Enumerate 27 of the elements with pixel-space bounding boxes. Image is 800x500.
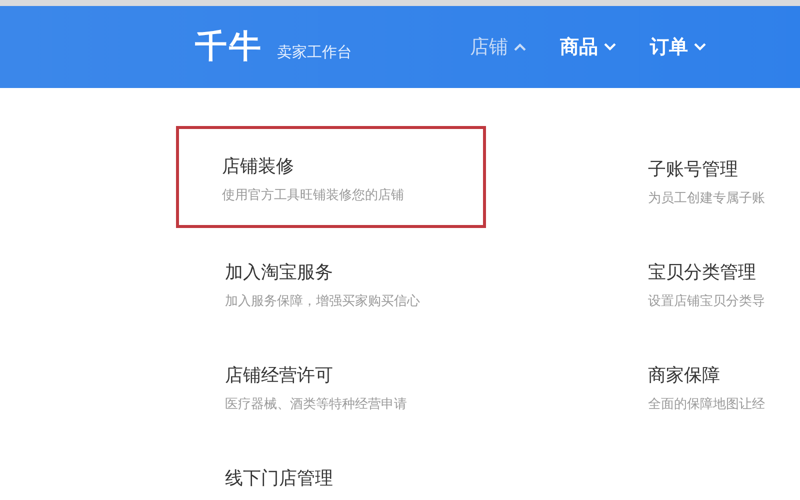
menu-item-description: 加入服务保障，增强买家购买信心 — [225, 293, 421, 310]
menu-item-title: 店铺装修 — [222, 155, 295, 178]
menu-item-description: 医疗器械、酒类等特种经营申请 — [225, 396, 408, 413]
menu-item[interactable]: 子账号管理 为员工创建专属子账 — [599, 126, 800, 228]
logo[interactable]: 千牛 — [195, 25, 263, 69]
nav-tab[interactable]: 订单 — [650, 34, 706, 60]
menu-item-description: 设置店铺宝贝分类导 — [648, 293, 766, 310]
menu-item-description: 为员工创建专属子账 — [648, 190, 766, 207]
menu-item[interactable]: 宝贝分类管理 设置店铺宝贝分类导 — [599, 229, 800, 331]
highlighted-menu-item[interactable]: 店铺装修 使用官方工具旺铺装修您的店铺 — [176, 126, 486, 228]
menu-item[interactable]: 商家保障 全面的保障地图让经 — [599, 332, 800, 434]
menu-item[interactable]: 加入淘宝服务 加入服务保障，增强买家购买信心 — [176, 229, 486, 331]
menu-item-title: 子账号管理 — [648, 158, 739, 181]
caret-icon — [694, 43, 706, 51]
menu-item-title: 商家保障 — [648, 364, 721, 387]
menu-item[interactable]: 店铺经营许可 医疗器械、酒类等特种经营申请 — [176, 332, 486, 434]
logo-subtitle: 卖家工作台 — [277, 42, 352, 62]
menu-item-description: 使用官方工具旺铺装修您的店铺 — [222, 187, 405, 204]
menu-item-title: 线下门店管理 — [225, 467, 334, 490]
caret-icon — [514, 43, 526, 51]
menu-item-title: 宝贝分类管理 — [648, 261, 757, 284]
menu-item-title: 店铺经营许可 — [225, 364, 334, 387]
menu-item-description: 全面的保障地图让经 — [648, 396, 766, 413]
caret-icon — [604, 43, 616, 51]
nav-tab[interactable]: 商品 — [560, 34, 616, 60]
menu-item[interactable]: 线下门店管理 — [176, 435, 486, 500]
menu-item-title: 加入淘宝服务 — [225, 261, 334, 284]
